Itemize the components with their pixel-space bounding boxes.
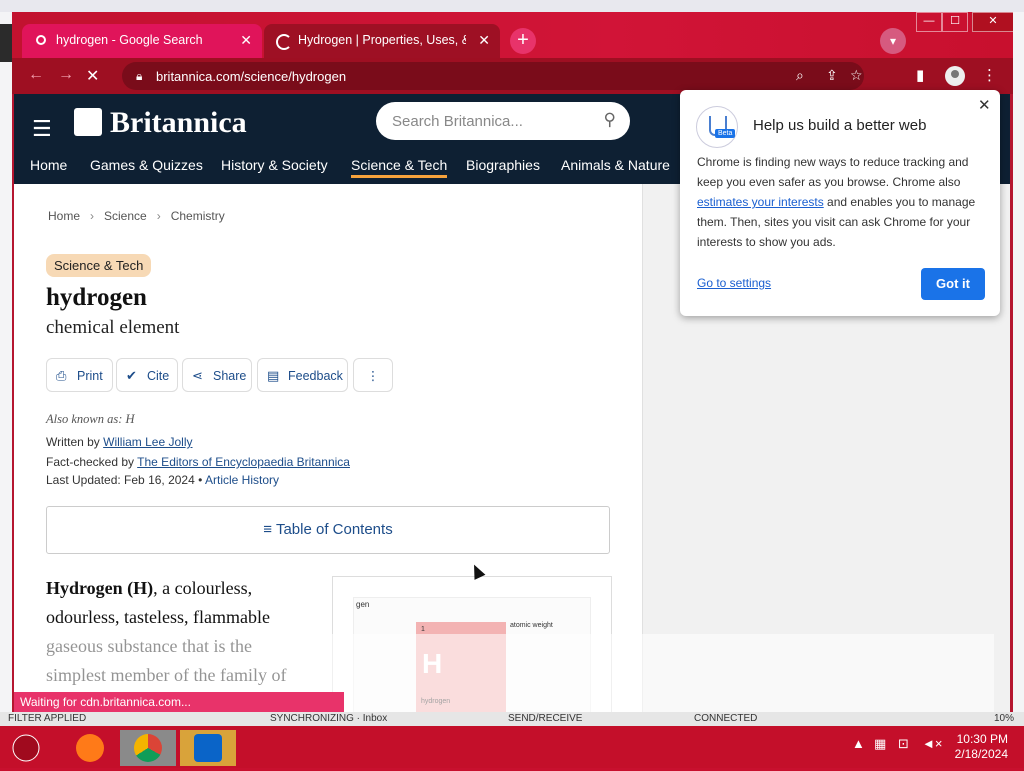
nav-biographies[interactable]: Biographies bbox=[466, 157, 540, 173]
nav-home[interactable]: Home bbox=[30, 157, 67, 173]
breadcrumb: Home › Science › Chemistry bbox=[48, 209, 225, 223]
search-placeholder: Search Britannica... bbox=[392, 113, 523, 130]
taskbar: ▲ ▦ ⊡ ◄× 10:30 PM 2/18/2024 bbox=[0, 726, 1024, 768]
share-page-icon[interactable]: ⇪ bbox=[826, 67, 838, 84]
print-button[interactable]: ⎙ Print bbox=[46, 358, 113, 392]
chrome-icon[interactable] bbox=[120, 730, 176, 766]
tab-strip: hydrogen - Google Search ✕ Hydrogen | Pr… bbox=[12, 12, 1013, 58]
feedback-button[interactable]: ▤ Feedback bbox=[257, 358, 348, 392]
nav-games-quizzes[interactable]: Games & Quizzes bbox=[90, 157, 203, 173]
outlook-status-bar: FILTER APPLIED SYNCHRONIZING · Inbox SEN… bbox=[0, 712, 1024, 726]
back-arrow-icon[interactable]: ← bbox=[28, 66, 44, 84]
article-history-link[interactable]: Article History bbox=[205, 473, 279, 487]
table-of-contents-button[interactable]: ≡ Table of Contents bbox=[46, 506, 610, 554]
tab-title: hydrogen - Google Search bbox=[56, 33, 203, 47]
tab-google-search[interactable]: hydrogen - Google Search ✕ bbox=[22, 24, 262, 58]
print-icon: ⎙ bbox=[56, 368, 67, 383]
tab-title: Hydrogen | Properties, Uses, & Facts bbox=[298, 33, 466, 47]
close-icon[interactable]: ✕ bbox=[978, 96, 991, 114]
britannica-logo[interactable]: Britannica bbox=[74, 106, 247, 140]
stop-loading-icon[interactable]: ✕ bbox=[86, 66, 99, 86]
outlook-icon[interactable] bbox=[180, 730, 236, 766]
close-tab-icon[interactable]: ✕ bbox=[240, 32, 252, 49]
article-title: hydrogen bbox=[46, 284, 147, 311]
also-known-as: Also known as: H bbox=[46, 412, 135, 426]
forward-arrow-icon[interactable]: → bbox=[58, 66, 74, 84]
thistle-logo-icon bbox=[74, 108, 102, 137]
fact-checker-link[interactable]: The Editors of Encyclopaedia Britannica bbox=[137, 455, 350, 469]
action-center-icon[interactable]: ▦ bbox=[874, 736, 886, 752]
browser-toolbar: ← → ✕ 🔒︎ britannica.com/science/hydrogen… bbox=[12, 58, 1013, 94]
more-options-button[interactable]: ⋮ bbox=[353, 358, 393, 392]
share-icon: ⋖ bbox=[192, 368, 203, 383]
share-button[interactable]: ⋖ Share bbox=[182, 358, 252, 392]
new-tab-button[interactable]: + bbox=[510, 28, 536, 54]
last-updated: Last Updated: Feb 16, 2024 • Article His… bbox=[46, 473, 279, 487]
close-window-button[interactable]: ✕ bbox=[972, 12, 1013, 32]
google-favicon-icon bbox=[36, 34, 46, 45]
more-vert-icon: ⋮ bbox=[366, 369, 380, 383]
close-tab-icon[interactable]: ✕ bbox=[478, 32, 490, 49]
network-icon[interactable]: ⊡ bbox=[898, 736, 909, 752]
list-icon: ≡ bbox=[263, 521, 273, 538]
maximize-button[interactable]: ☐ bbox=[942, 12, 968, 32]
volume-muted-icon[interactable]: ◄× bbox=[922, 736, 942, 751]
written-by: Written by William Lee Jolly bbox=[46, 435, 193, 449]
bookmark-star-icon[interactable]: ☆ bbox=[850, 67, 863, 84]
dialog-title: Help us build a better web bbox=[753, 117, 927, 134]
zoom-search-icon[interactable]: ⌕ bbox=[796, 67, 804, 84]
nav-animals-nature[interactable]: Animals & Nature bbox=[561, 157, 670, 173]
crumb-chemistry[interactable]: Chemistry bbox=[171, 209, 225, 223]
nav-science-tech[interactable]: Science & Tech bbox=[351, 157, 448, 178]
side-panel-icon[interactable]: ▮ bbox=[916, 66, 924, 84]
desktop-left-strip bbox=[0, 12, 12, 712]
lock-icon: 🔒︎ bbox=[136, 69, 143, 83]
firefox-icon[interactable] bbox=[62, 730, 118, 766]
author-link[interactable]: William Lee Jolly bbox=[103, 435, 192, 449]
minimize-button[interactable]: — bbox=[916, 12, 942, 32]
show-hidden-icons-icon[interactable]: ▲ bbox=[852, 736, 865, 751]
profile-avatar-icon[interactable] bbox=[945, 66, 965, 86]
search-icon[interactable]: ⚲ bbox=[604, 110, 616, 130]
desktop-right-strip bbox=[1013, 12, 1024, 712]
privacy-sandbox-dialog: Beta Help us build a better web ✕ Chrome… bbox=[680, 90, 1000, 316]
status-bubble: Waiting for cdn.britannica.com... bbox=[14, 692, 344, 713]
url-text: britannica.com/science/hydrogen bbox=[156, 69, 347, 84]
category-tag[interactable]: Science & Tech bbox=[46, 254, 152, 277]
desktop-top-strip bbox=[0, 0, 1024, 12]
got-it-button[interactable]: Got it bbox=[921, 268, 985, 300]
chrome-menu-icon[interactable]: ⋮ bbox=[982, 66, 997, 84]
nav-history-society[interactable]: History & Society bbox=[221, 157, 328, 173]
feedback-icon: ▤ bbox=[267, 368, 280, 383]
go-to-settings-link[interactable]: Go to settings bbox=[697, 276, 771, 290]
tab-search-chevron-icon[interactable]: ▾ bbox=[880, 28, 906, 54]
site-search-input[interactable]: Search Britannica... ⚲ bbox=[376, 102, 630, 140]
cite-icon: ✔ bbox=[126, 368, 137, 383]
address-bar[interactable]: 🔒︎ britannica.com/science/hydrogen ⌕ ⇪ ☆ bbox=[122, 62, 864, 90]
cite-button[interactable]: ✔ Cite bbox=[116, 358, 178, 392]
estimates-interests-link[interactable]: estimates your interests bbox=[697, 195, 824, 209]
system-clock[interactable]: 10:30 PM 2/18/2024 bbox=[950, 732, 1008, 762]
crumb-science[interactable]: Science bbox=[104, 209, 147, 223]
article-subtitle: chemical element bbox=[46, 317, 180, 338]
crumb-home[interactable]: Home bbox=[48, 209, 80, 223]
loading-spinner-icon bbox=[276, 34, 292, 50]
dialog-body: Chrome is finding new ways to reduce tra… bbox=[697, 155, 976, 249]
menu-icon[interactable]: ☰ bbox=[32, 116, 52, 142]
fact-checked-by: Fact-checked by The Editors of Encyclopa… bbox=[46, 455, 350, 469]
beta-flask-icon: Beta bbox=[696, 106, 738, 148]
tab-britannica[interactable]: Hydrogen | Properties, Uses, & Facts ✕ bbox=[264, 24, 500, 58]
start-orb-icon[interactable] bbox=[4, 730, 48, 766]
